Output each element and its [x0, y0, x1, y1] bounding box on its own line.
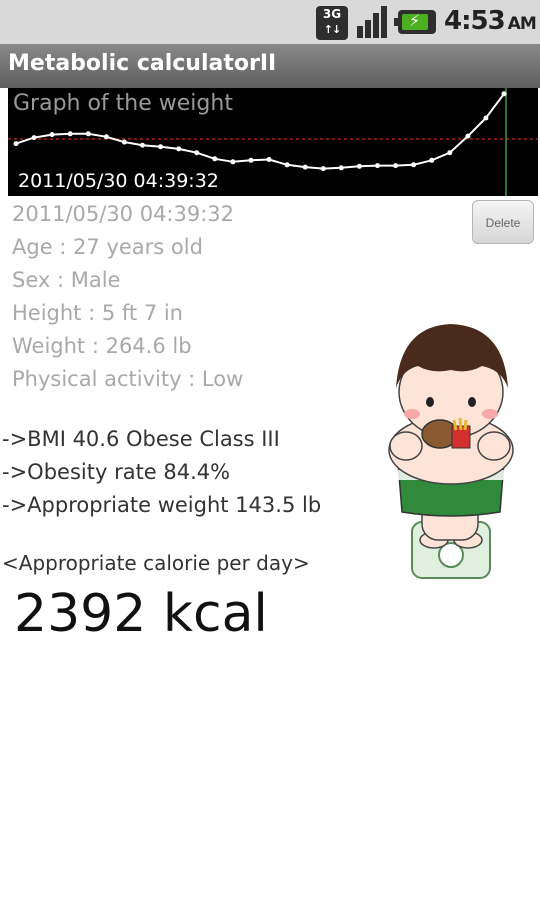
weight-point [230, 159, 236, 165]
bmi-result: ->BMI 40.6 Obese Class III [2, 427, 280, 451]
weight-point [411, 162, 417, 168]
weight-point [375, 163, 380, 169]
record-height: Height : 5 ft 7 in [12, 301, 183, 325]
network-3g-icon: 3G ↑↓ [316, 6, 348, 40]
weight-point [393, 163, 399, 169]
weight-point [248, 157, 254, 163]
weight-graph[interactable]: Graph of the weight 2011/05/30 04:39:32 [8, 88, 538, 196]
weight-point [103, 134, 109, 140]
record-datetime: 2011/05/30 04:39:32 [12, 202, 235, 226]
status-time-value: 4:53 [444, 6, 506, 36]
weight-point [483, 115, 489, 121]
weight-point [212, 156, 218, 162]
app-title-bar: Metabolic calculatorII [0, 44, 540, 88]
status-bar: 3G ↑↓ ⚡ 4:53 AM [0, 0, 540, 44]
weight-point [338, 165, 344, 171]
weight-point [501, 91, 507, 97]
record-activity: Physical activity : Low [12, 367, 244, 391]
status-time: 4:53 AM [444, 6, 537, 36]
character-illustration [388, 324, 514, 579]
weight-point [140, 142, 145, 148]
weight-point [121, 139, 127, 145]
record-age: Age : 27 years old [12, 235, 203, 259]
graph-title: Graph of the weight [13, 91, 233, 116]
weight-point [320, 166, 326, 172]
weight-point [429, 157, 435, 163]
appropriate-weight-result: ->Appropriate weight 143.5 lb [2, 493, 322, 517]
record-sex: Sex : Male [12, 268, 121, 292]
weight-point [284, 162, 290, 168]
obesity-rate-result: ->Obesity rate 84.4% [2, 460, 231, 484]
weight-point [158, 144, 164, 150]
weight-point [465, 133, 471, 139]
weight-point [266, 157, 272, 162]
record-weight: Weight : 264.6 lb [12, 334, 192, 358]
graph-date: 2011/05/30 04:39:32 [18, 170, 219, 192]
weight-point [85, 131, 91, 137]
weight-point [356, 163, 362, 169]
weight-point [67, 131, 73, 137]
battery-charging-icon: ⚡ [394, 10, 436, 34]
weight-point [176, 146, 182, 152]
weight-point [302, 164, 308, 170]
app-title: Metabolic calculatorII [8, 51, 277, 76]
weight-point [49, 132, 55, 138]
calorie-value: 2392 kcal [14, 584, 268, 644]
delete-button[interactable]: Delete [472, 200, 534, 244]
weight-point [447, 150, 453, 156]
weight-point [194, 150, 200, 156]
signal-strength-icon [357, 6, 387, 38]
weight-point [13, 141, 19, 147]
network-type-label: 3G [322, 7, 342, 21]
data-arrows-icon: ↑↓ [323, 23, 341, 36]
calorie-label: <Appropriate calorie per day> [2, 551, 310, 575]
weight-point [31, 135, 37, 141]
status-time-ampm: AM [507, 14, 537, 34]
